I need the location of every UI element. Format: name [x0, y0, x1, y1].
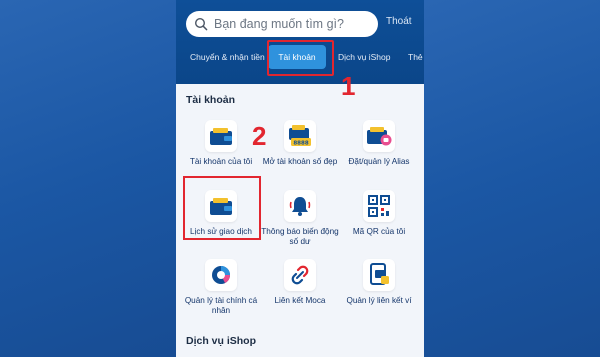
background-right	[424, 0, 600, 357]
tab-ishop[interactable]: Dịch vụ iShop	[338, 52, 390, 62]
search-placeholder: Bạn đang muốn tìm gì?	[214, 17, 344, 31]
menu-item-alias[interactable]: Đặt/quản lý Alias	[337, 120, 421, 167]
menu-label: Mở tài khoản số đẹp	[262, 157, 338, 166]
menu-label: Liên kết Moca	[274, 296, 326, 305]
logout-button[interactable]: Thoát	[386, 16, 412, 27]
svg-text:8888: 8888	[293, 141, 308, 147]
background-left	[0, 0, 176, 357]
menu-item-balance-alert[interactable]: Thông báo biến động số dư	[258, 190, 342, 247]
menu-item-personal-finance[interactable]: Quản lý tài chính cá nhân	[179, 259, 263, 316]
link-icon	[284, 259, 316, 291]
highlight-box-step-2	[183, 176, 261, 240]
menu-item-wallet-links[interactable]: Quản lý liên kết ví	[337, 259, 421, 306]
qr-code-icon	[363, 190, 395, 222]
menu-label: Quản lý liên kết ví	[346, 296, 412, 305]
highlight-box-step-1	[267, 40, 334, 76]
menu-label: Mã QR của tôi	[352, 227, 406, 236]
bell-icon	[284, 190, 316, 222]
section-title-ishop: Dịch vụ iShop	[186, 335, 257, 347]
menu-item-moca-link[interactable]: Liên kết Moca	[258, 259, 342, 306]
menu-label: Đặt/quản lý Alias	[348, 157, 410, 166]
tab-transfer[interactable]: Chuyển & nhận tiền	[190, 52, 265, 62]
step-number-2: 2	[252, 121, 267, 151]
section-title-accounts: Tài khoản	[186, 94, 236, 106]
menu-item-open-number[interactable]: 8888 Mở tài khoản số đẹp	[258, 120, 342, 167]
search-input[interactable]: Bạn đang muốn tìm gì?	[186, 11, 378, 37]
menu-item-my-account[interactable]: Tài khoản của tôi	[179, 120, 263, 167]
wallet-number-icon: 8888	[284, 120, 316, 152]
pie-chart-icon	[205, 259, 237, 291]
menu-item-my-qr[interactable]: Mã QR của tôi	[337, 190, 421, 237]
search-icon	[194, 17, 208, 31]
menu-label: Quản lý tài chính cá nhân	[184, 296, 258, 315]
wallet-link-icon	[363, 259, 395, 291]
wallet-icon	[205, 120, 237, 152]
wallet-alias-icon	[363, 120, 395, 152]
tab-card[interactable]: Thẻ	[408, 52, 423, 62]
step-number-1: 1	[341, 71, 356, 101]
menu-label: Tài khoản của tôi	[189, 157, 253, 166]
menu-label: Thông báo biến động số dư	[261, 227, 339, 246]
